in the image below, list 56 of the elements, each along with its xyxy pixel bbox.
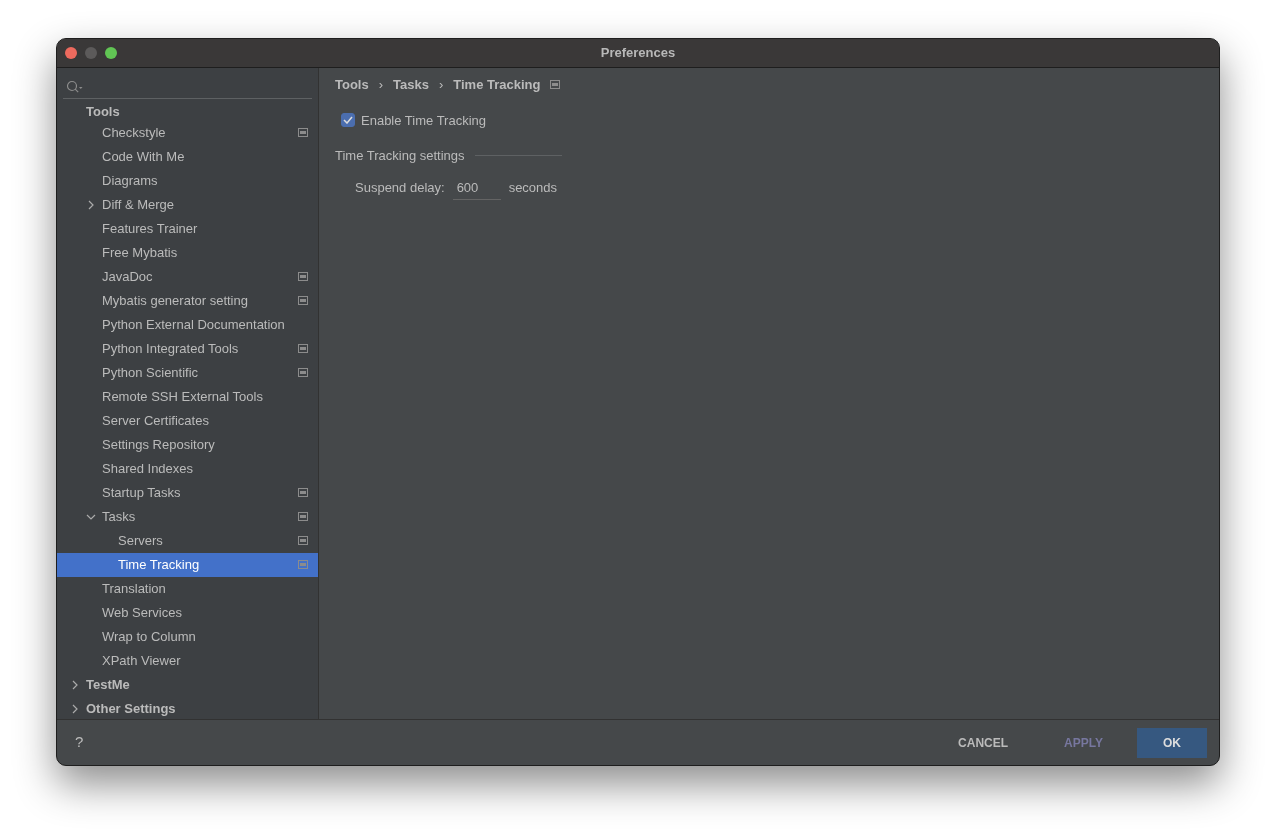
tree-item[interactable]: Mybatis generator setting	[57, 288, 318, 313]
tree-item[interactable]: Remote SSH External Tools	[57, 384, 318, 409]
tree-item[interactable]: Shared Indexes	[57, 456, 318, 481]
field-label: Suspend delay:	[355, 179, 445, 197]
section-title: Time Tracking settings	[335, 147, 465, 165]
breadcrumb-item[interactable]: Time Tracking	[453, 75, 541, 95]
tree-item[interactable]: Other Settings	[57, 696, 318, 721]
tree-item[interactable]: TestMe	[57, 672, 318, 697]
tree-item[interactable]: Checkstyle	[57, 120, 318, 145]
project-settings-icon	[298, 560, 308, 569]
tree-item[interactable]: Translation	[57, 576, 318, 601]
ok-button[interactable]: OK	[1137, 727, 1207, 758]
tree-item[interactable]: Server Certificates	[57, 408, 318, 433]
breadcrumb-separator: ›	[378, 76, 384, 94]
tree-item[interactable]: Code With Me	[57, 144, 318, 169]
project-settings-icon	[298, 512, 308, 521]
close-button[interactable]	[65, 47, 77, 59]
chevron-right-icon[interactable]	[70, 703, 80, 714]
tree-item[interactable]: Diagrams	[57, 168, 318, 193]
project-settings-icon	[298, 344, 308, 353]
tree-item[interactable]: XPath Viewer	[57, 648, 318, 673]
breadcrumb-separator: ›	[438, 76, 444, 94]
project-settings-icon	[298, 272, 308, 281]
checkbox-label[interactable]: Enable Time Tracking	[361, 110, 486, 130]
unit-label: seconds	[508, 179, 558, 197]
tree-item[interactable]: Python Scientific	[57, 360, 318, 385]
project-settings-icon	[298, 296, 308, 305]
input-field[interactable]: 600	[452, 175, 501, 200]
tree-item[interactable]: Servers	[57, 528, 318, 553]
tree-item[interactable]: Time Tracking	[57, 552, 318, 577]
chevron-right-icon[interactable]	[86, 199, 96, 210]
tree-item[interactable]: Wrap to Column	[57, 624, 318, 649]
project-settings-icon	[298, 128, 308, 137]
tree-item[interactable]: JavaDoc	[57, 264, 318, 289]
checkbox[interactable]	[341, 113, 355, 128]
tree-item[interactable]: Web Services	[57, 600, 318, 625]
project-settings-icon	[298, 488, 308, 497]
window-title: Preferences	[600, 44, 676, 63]
tree-item[interactable]: Startup Tasks	[57, 480, 318, 505]
breadcrumb-item[interactable]: Tasks	[393, 75, 429, 95]
tree-item[interactable]: Tools	[57, 102, 318, 121]
dialog-button[interactable]: CANCEL	[936, 727, 1031, 758]
zoom-button[interactable]	[105, 47, 117, 59]
chevron-right-icon[interactable]	[70, 679, 80, 690]
search-icon	[66, 79, 83, 94]
tree-item[interactable]: Python Integrated Tools	[57, 336, 318, 361]
tree-item[interactable]: Tasks	[57, 504, 318, 529]
project-settings-icon	[298, 536, 308, 545]
tree-item[interactable]: Settings Repository	[57, 432, 318, 457]
tree-item[interactable]: Diff & Merge	[57, 192, 318, 217]
project-settings-icon	[298, 368, 308, 377]
help-button[interactable]: ?	[75, 731, 84, 754]
breadcrumb-item[interactable]: Tools	[335, 75, 369, 95]
tree-item[interactable]: Features Trainer	[57, 216, 318, 241]
tree-item[interactable]: Free Mybatis	[57, 240, 318, 265]
tree-item[interactable]: Python External Documentation	[57, 312, 318, 337]
